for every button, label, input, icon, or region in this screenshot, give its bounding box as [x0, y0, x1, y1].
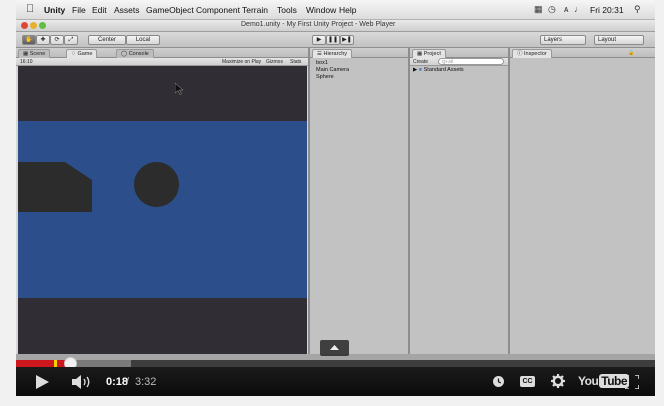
tab-hierarchy-label: Hierarchy	[323, 51, 348, 57]
video-player[interactable]:  Unity File Edit Assets GameObject Comp…	[16, 0, 655, 396]
scale-tool-button[interactable]: ⤢	[64, 35, 78, 45]
progress-bar[interactable]	[16, 357, 655, 370]
mac-menubar:  Unity File Edit Assets GameObject Comp…	[16, 0, 655, 20]
rotate-tool-button[interactable]: ⟳	[50, 35, 64, 45]
hand-tool-button[interactable]: ✋	[22, 35, 36, 45]
fullscreen-icon[interactable]	[625, 375, 639, 389]
zoom-window-icon[interactable]	[39, 22, 46, 29]
tab-console-label: Console	[128, 51, 149, 57]
tab-scene[interactable]: ▦ Scene	[18, 49, 51, 58]
menu-gameobject[interactable]: GameObject	[146, 5, 194, 15]
watch-later-icon[interactable]	[493, 376, 504, 387]
game-options-bar: 16:10 Maximize on Play Gizmos Stats	[16, 58, 308, 66]
play-icon[interactable]	[36, 375, 49, 389]
spotlight-icon[interactable]: ⚲	[634, 4, 641, 15]
window-title: Demo1.unity - My First Unity Project - W…	[241, 21, 396, 28]
menu-file[interactable]: File	[72, 5, 86, 15]
layers-dropdown[interactable]: Layers	[540, 35, 586, 45]
pause-button[interactable]: ❚❚	[326, 35, 340, 45]
disclosure-triangle-icon[interactable]: ▶	[413, 67, 417, 73]
duration: 3:32	[135, 376, 157, 388]
layout-label: Layout	[598, 37, 617, 43]
inspector-panel	[510, 58, 655, 354]
battery-icon[interactable]: ▦	[534, 4, 543, 15]
menubar-clock[interactable]: Fri 20:31	[590, 5, 624, 15]
sphere-object	[134, 162, 179, 207]
step-button[interactable]: ▶❚	[340, 35, 354, 45]
project-item-standard-assets[interactable]: ▶ ■ Standard Assets	[413, 67, 464, 73]
project-search-input[interactable]: Q+All	[438, 58, 504, 65]
game-viewport[interactable]	[18, 66, 307, 354]
menu-tools[interactable]: Tools	[277, 5, 297, 15]
apple-icon[interactable]: 	[26, 3, 34, 15]
hierarchy-item-main-camera[interactable]: Main Camera	[316, 67, 349, 73]
volume-icon[interactable]	[72, 375, 94, 389]
chevron-up-icon	[330, 345, 339, 350]
close-window-icon[interactable]	[21, 22, 28, 29]
youtube-logo-button[interactable]: You Tube	[578, 374, 630, 388]
stats-toggle[interactable]: Stats	[290, 59, 301, 65]
layers-label: Layers	[544, 37, 563, 43]
menu-help[interactable]: Help	[339, 5, 356, 15]
current-time: 0:18	[106, 376, 129, 388]
tab-console[interactable]: ◯ Console	[116, 49, 154, 58]
volume-icon[interactable]: ♩	[574, 4, 583, 14]
hierarchy-item-sphere[interactable]: Sphere	[316, 74, 334, 80]
lock-icon[interactable]: 🔒	[628, 50, 634, 56]
play-button[interactable]: ▶	[312, 35, 326, 45]
page:  Unity File Edit Assets GameObject Comp…	[0, 0, 664, 406]
pivot-local-button[interactable]: Local	[126, 35, 160, 45]
inspector-tabbar: ⓘ Inspector 🔒	[510, 48, 655, 58]
tab-project-label: Project	[423, 51, 441, 57]
move-tool-button[interactable]: ✚	[36, 35, 50, 45]
window-titlebar: Demo1.unity - My First Unity Project - W…	[16, 20, 655, 32]
folder-icon: ■	[418, 67, 423, 73]
menu-component[interactable]: Component	[196, 5, 240, 15]
gizmos-toggle[interactable]: Gizmos	[266, 59, 283, 65]
time-separator: /	[126, 376, 130, 388]
project-search-bar: Create Q+All	[410, 58, 508, 66]
menu-assets[interactable]: Assets	[114, 5, 140, 15]
mouse-cursor-icon	[175, 83, 183, 95]
layout-dropdown[interactable]: Layout	[594, 35, 644, 45]
settings-gear-icon[interactable]	[551, 374, 565, 388]
collapse-arrow-button[interactable]	[320, 340, 349, 356]
project-panel: ▶ ■ Standard Assets	[410, 66, 508, 354]
captions-icon[interactable]: CC	[520, 376, 535, 387]
menu-edit[interactable]: Edit	[92, 5, 107, 15]
played-range	[16, 360, 71, 367]
time-machine-icon[interactable]: ◷	[548, 4, 556, 15]
hierarchy-panel: box1 Main Camera Sphere	[310, 58, 408, 354]
tab-game[interactable]: ♢ Game	[66, 49, 98, 58]
minimize-window-icon[interactable]	[30, 22, 37, 29]
menu-terrain[interactable]: Terrain	[242, 5, 268, 15]
create-dropdown[interactable]: Create	[413, 59, 428, 65]
pivot-local-label: Local	[135, 37, 151, 43]
youtube-logo-you: You	[578, 374, 599, 388]
tab-hierarchy[interactable]: ☰ Hierarchy	[312, 49, 353, 58]
maximize-on-play-toggle[interactable]: Maximize on Play	[222, 59, 261, 65]
bluetooth-icon[interactable]: ᴀ	[564, 4, 568, 14]
player-controls: 0:18 / 3:32 CC You Tube	[16, 367, 655, 396]
tab-inspector-label: Inspector	[524, 51, 547, 57]
tab-project[interactable]: ▦ Project	[412, 49, 446, 58]
unity-toolbar: ✋ ✚ ⟳ ⤢ Center Local ▶ ❚❚ ▶❚ Layers Layo…	[16, 32, 655, 48]
ad-marker	[54, 360, 57, 367]
hierarchy-tabbar: ☰ Hierarchy	[310, 48, 408, 58]
tab-scene-label: Scene	[29, 51, 46, 57]
pivot-center-label: Center	[97, 37, 116, 43]
tab-inspector[interactable]: ⓘ Inspector	[512, 49, 552, 58]
tab-game-label: Game	[77, 51, 93, 57]
menu-window[interactable]: Window	[306, 5, 336, 15]
aspect-dropdown[interactable]: 16:10	[20, 59, 33, 65]
video-frame[interactable]:  Unity File Edit Assets GameObject Comp…	[16, 0, 655, 360]
menu-app-name[interactable]: Unity	[44, 5, 65, 15]
project-item-label: Standard Assets	[423, 67, 464, 73]
project-tabbar: ▦ Project	[410, 48, 508, 58]
pivot-center-button[interactable]: Center	[88, 35, 126, 45]
scene-tabbar: ▦ Scene ♢ Game ◯ Console	[16, 48, 308, 58]
hierarchy-item-box1[interactable]: box1	[316, 60, 328, 66]
